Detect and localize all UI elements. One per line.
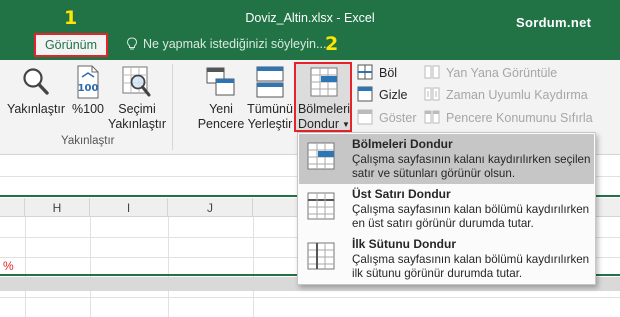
menu-item-title: İlk Sütunu Dondur (352, 237, 456, 251)
menu-item-freeze-panes[interactable]: Bölmeleri Dondur Çalışma sayfasının kala… (299, 134, 594, 184)
reset-position-label: Pencere Konumunu Sıfırla (446, 111, 593, 125)
menu-item-title: Üst Satırı Dondur (352, 187, 451, 201)
freeze-panes-label-1: Bölmeleri (297, 102, 351, 116)
split-label: Böl (379, 66, 398, 80)
split-button[interactable]: Böl (357, 63, 397, 83)
sync-scroll-label: Zaman Uyumlu Kaydırma (446, 88, 588, 102)
freeze-panes-icon (310, 64, 338, 100)
column-header-i[interactable]: I (90, 198, 168, 217)
new-window-icon (206, 64, 236, 100)
tab-view-label: Görünüm (44, 38, 98, 52)
reset-window-position-button[interactable]: Pencere Konumunu Sıfırla (424, 108, 593, 128)
dropdown-caret-icon: ▼ (342, 120, 350, 129)
zoom-selection-icon (121, 64, 153, 100)
arrange-all-icon (256, 64, 284, 100)
title-bar: Doviz_Altin.xlsx - Excel 1 Sordum.net Gö… (0, 0, 620, 60)
zoom-100-icon: 100 (74, 64, 102, 100)
freeze-panes-label-2-row: Dondur ▼ (298, 117, 350, 132)
menu-item-freeze-first-column[interactable]: İlk Sütunu Dondur Çalışma sayfasının kal… (299, 234, 594, 284)
zoom-100-button[interactable]: 100 %100 (70, 64, 106, 117)
watermark: Sordum.net (516, 15, 592, 30)
menu-item-description: Çalışma sayfasının kalan bölümü kaydırıl… (352, 203, 590, 230)
zoom-100-label: %100 (72, 102, 104, 116)
freeze-first-column-icon (307, 242, 335, 273)
reset-position-icon (424, 109, 440, 128)
column-header-partial (0, 198, 25, 217)
unhide-label: Göster (379, 111, 417, 125)
grid-row (0, 297, 620, 298)
hide-label: Gizle (379, 88, 408, 102)
new-window-label-1: Yeni (209, 102, 233, 116)
arrange-all-label-1: Tümünü (247, 102, 293, 116)
split-icon (357, 64, 373, 83)
new-window-label-2: Pencere (197, 117, 245, 131)
side-by-side-icon (424, 64, 440, 83)
new-window-button[interactable]: Yeni Pencere (197, 64, 245, 132)
grid-line (253, 217, 254, 317)
view-side-by-side-button[interactable]: Yan Yana Görüntüle (424, 63, 557, 83)
freeze-panes-button[interactable]: Bölmeleri Dondur ▼ (296, 64, 352, 132)
tell-me-box[interactable]: Ne yapmak istediğinizi söyleyin... (126, 37, 326, 51)
step-number-1: 1 (64, 7, 78, 29)
side-by-side-label: Yan Yana Görüntüle (446, 66, 558, 80)
zoom-label: Yakınlaştır (6, 102, 66, 116)
menu-item-freeze-top-row[interactable]: Üst Satırı Dondur Çalışma sayfasının kal… (299, 184, 594, 234)
step-number-2: 2 (325, 33, 339, 55)
zoom-selection-label-1: Seçimi (118, 102, 156, 116)
sync-scroll-icon (424, 86, 440, 105)
menu-item-description: Çalışma sayfasının kalanı kaydırılırken … (352, 153, 591, 180)
zoom-button[interactable]: Yakınlaştır (7, 64, 65, 117)
arrange-all-button[interactable]: Tümünü Yerleştir (245, 64, 295, 132)
grid-line (90, 217, 91, 317)
grid-line (168, 217, 169, 317)
arrange-all-label-2: Yerleştir (247, 117, 293, 131)
grid-line (25, 217, 26, 317)
zoom-to-selection-button[interactable]: Seçimi Yakınlaştır (107, 64, 167, 132)
magnifier-icon (21, 64, 51, 100)
zoom-selection-label-2: Yakınlaştır (107, 117, 167, 131)
hide-button[interactable]: Gizle (357, 85, 407, 105)
freeze-top-row-icon (307, 192, 335, 223)
freeze-panes-icon (307, 142, 335, 173)
column-header-j[interactable]: J (168, 198, 253, 217)
group-separator (172, 64, 173, 150)
svg-text:100: 100 (78, 83, 99, 94)
unhide-icon (357, 109, 373, 128)
menu-item-description: Çalışma sayfasının kalan bölümü kaydırıl… (352, 253, 590, 280)
tab-view[interactable]: Görünüm (34, 33, 108, 57)
menu-item-title: Bölmeleri Dondur (352, 137, 453, 151)
column-header-h[interactable]: H (25, 198, 90, 217)
synchronous-scrolling-button[interactable]: Zaman Uyumlu Kaydırma (424, 85, 588, 105)
zoom-group-label: Yakınlaştır (61, 135, 115, 147)
cell-value: % (3, 259, 14, 273)
tell-me-text: Ne yapmak istediğinizi söyleyin... (143, 37, 327, 51)
freeze-panes-label-2: Dondur (298, 117, 340, 131)
unhide-button[interactable]: Göster (357, 108, 417, 128)
lightbulb-icon (126, 37, 138, 51)
freeze-panes-menu: Bölmeleri Dondur Çalışma sayfasının kala… (297, 132, 596, 285)
hide-icon (357, 86, 373, 105)
